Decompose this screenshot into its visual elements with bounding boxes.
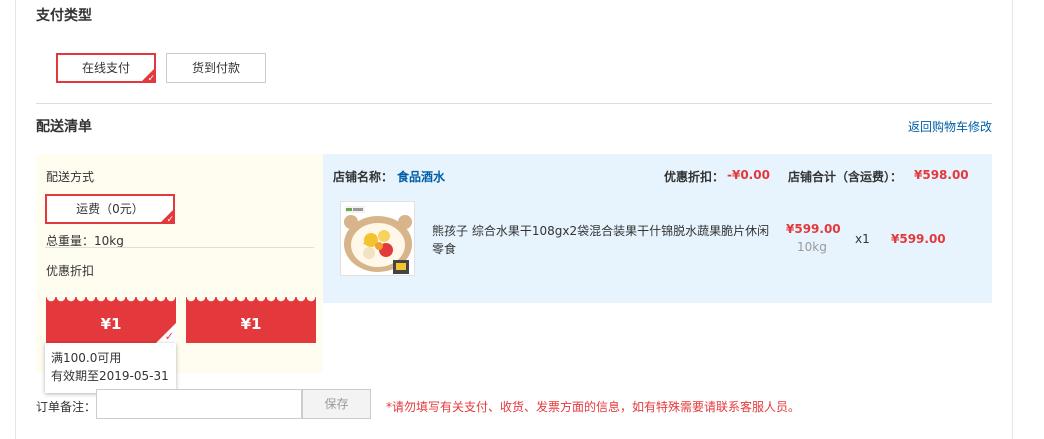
coupon-amount: ¥1 xyxy=(240,315,262,333)
product-subtotal: ¥599.00 xyxy=(891,232,946,246)
weight-divider xyxy=(45,247,314,248)
discount-label: 优惠折扣 xyxy=(46,264,95,278)
pay-online-label: 在线支付 xyxy=(81,61,130,75)
store-discount-label: 优惠折扣： xyxy=(664,170,725,184)
coupon-edge xyxy=(186,297,316,303)
product-weight: 10kg xyxy=(797,240,827,254)
coupon-expiry: 有效期至2019-05-31 xyxy=(51,369,169,383)
store-name[interactable]: 食品酒水 xyxy=(397,168,445,185)
check-corner-icon xyxy=(156,323,176,343)
check-corner-icon xyxy=(159,208,175,224)
order-remark-input[interactable] xyxy=(96,389,302,419)
coupon-card[interactable]: ¥1 xyxy=(186,297,316,343)
coupon-card[interactable]: ¥1 xyxy=(46,297,176,343)
store-total-value: ¥598.00 xyxy=(914,168,969,182)
order-remark-label: 订单备注： xyxy=(36,400,97,414)
product-price: ¥599.00 xyxy=(786,222,841,236)
coupon-edge xyxy=(46,297,176,303)
pay-on-delivery-label: 货到付款 xyxy=(191,61,240,75)
product-quantity: x1 xyxy=(855,232,870,246)
coupon-tooltip: 满100.0可用 有效期至2019-05-31 xyxy=(45,343,176,393)
save-remark-button[interactable]: 保存 xyxy=(302,389,371,419)
coupon-condition: 满100.0可用 xyxy=(51,351,122,365)
payment-type-title: 支付类型 xyxy=(36,8,92,24)
store-discount-value: -¥0.00 xyxy=(727,168,770,182)
delivery-method-label: 配送方式 xyxy=(46,170,95,184)
pay-on-delivery-button[interactable]: 货到付款 xyxy=(166,53,266,83)
shipping-option-button[interactable]: 运费（0元） xyxy=(45,194,175,224)
dried-fruit-bowl-icon xyxy=(341,202,414,275)
shipping-option-label: 运费（0元） xyxy=(76,202,144,216)
product-image[interactable] xyxy=(340,201,415,276)
delivery-list-title: 配送清单 xyxy=(36,119,92,135)
back-to-cart-link[interactable]: 返回购物车修改 xyxy=(908,118,992,135)
remark-notice: *请勿填写有关支付、收货、发票方面的信息，如有特殊需要请联系客服人员。 xyxy=(386,400,801,414)
store-name-label: 店铺名称： xyxy=(333,170,394,184)
product-title[interactable]: 熊孩子 综合水果干108gx2袋混合装果干什锦脱水蔬果脆片休闲零食 xyxy=(432,222,772,258)
check-corner-icon xyxy=(140,67,156,83)
pay-online-button[interactable]: 在线支付 xyxy=(56,53,156,83)
store-total-label: 店铺合计（含运费）： xyxy=(788,170,903,184)
section-divider xyxy=(36,103,992,104)
